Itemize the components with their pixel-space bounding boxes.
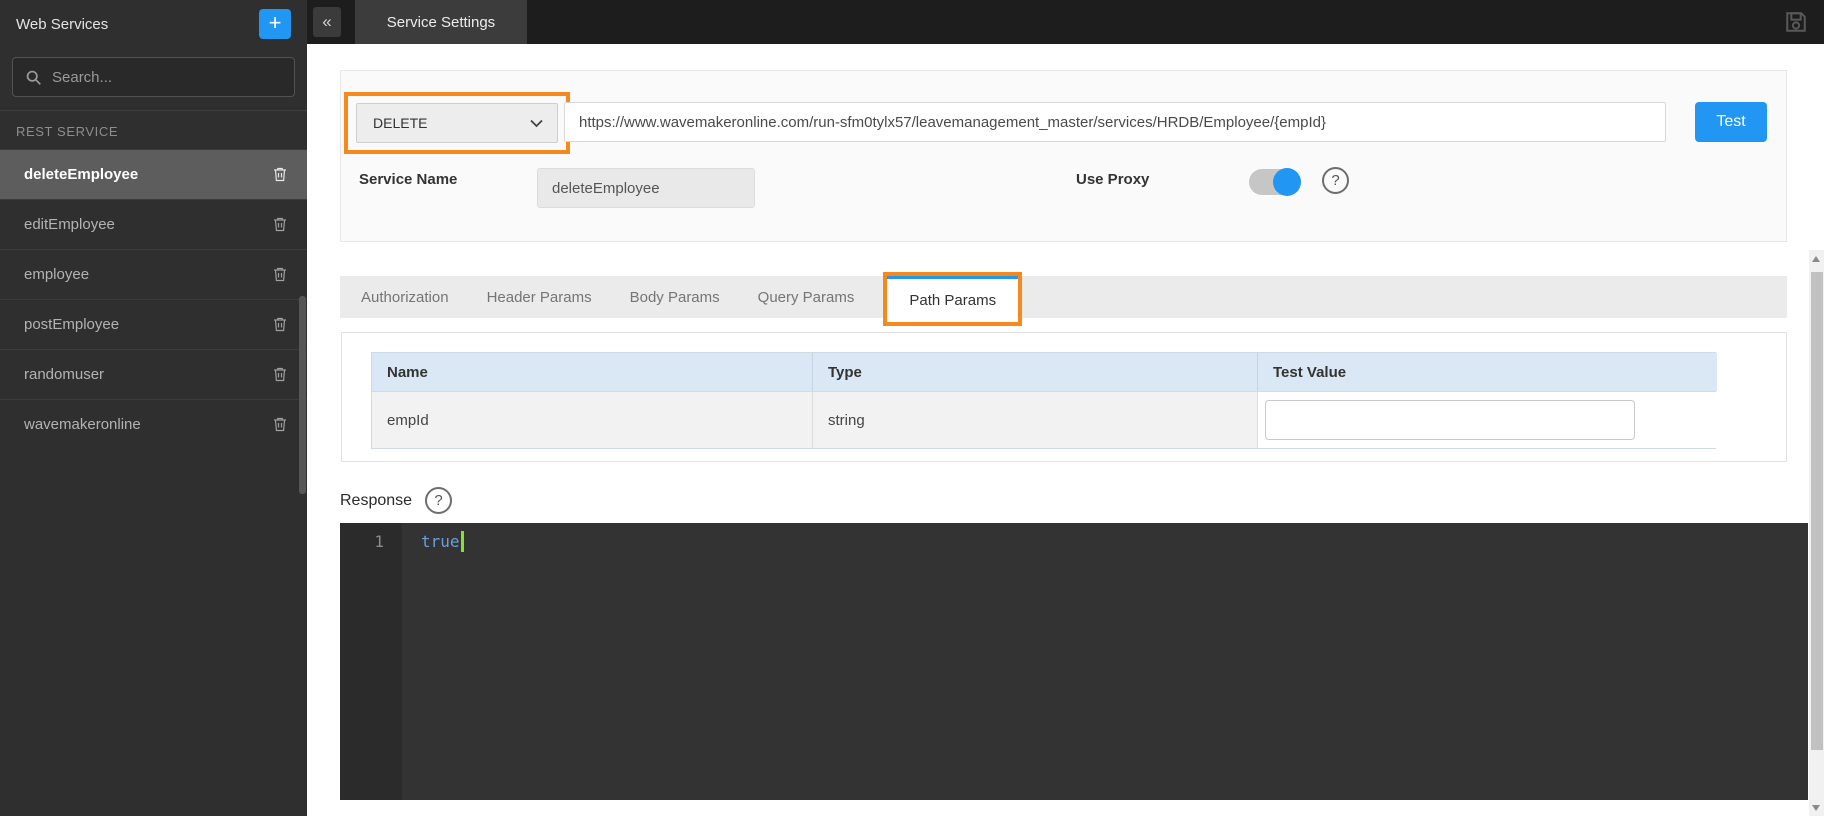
table-header-row: Name Type Test Value — [372, 353, 1715, 391]
main-content: DELETE Test Service Name Use Proxy ? Aut… — [307, 44, 1824, 816]
param-type-cell: string — [813, 392, 1258, 448]
add-service-button[interactable]: + — [259, 9, 291, 39]
sidebar-header: Web Services + — [0, 0, 307, 46]
use-proxy-label: Use Proxy — [1076, 171, 1149, 188]
trash-icon[interactable] — [271, 365, 289, 384]
text-cursor — [461, 531, 464, 552]
sidebar-item-deleteEmployee[interactable]: deleteEmployee — [0, 149, 307, 199]
service-name-label: Service Name — [359, 171, 457, 188]
collapse-sidebar-button[interactable]: « — [313, 7, 341, 37]
tab-service-settings[interactable]: Service Settings — [355, 0, 527, 44]
top-bar: « Service Settings — [307, 0, 1824, 44]
response-code-editor[interactable]: 1 true — [340, 523, 1808, 800]
tab-header-params[interactable]: Header Params — [468, 276, 611, 318]
service-item-label: postEmployee — [24, 316, 119, 333]
tab-query-params[interactable]: Query Params — [739, 276, 874, 318]
column-header-test-value: Test Value — [1258, 353, 1717, 391]
response-header: Response ? — [340, 487, 452, 514]
trash-icon[interactable] — [271, 165, 289, 184]
request-settings-card: DELETE Test Service Name Use Proxy ? — [340, 70, 1787, 242]
toggle-thumb-icon — [1273, 168, 1301, 196]
response-value: true — [421, 532, 460, 551]
param-name-cell: empId — [372, 392, 813, 448]
sidebar-item-randomuser[interactable]: randomuser — [0, 349, 307, 399]
service-item-label: deleteEmployee — [24, 166, 138, 183]
service-item-label: editEmployee — [24, 216, 115, 233]
collapse-icon: « — [322, 12, 331, 32]
question-mark-icon: ? — [434, 492, 442, 509]
tab-authorization[interactable]: Authorization — [342, 276, 468, 318]
request-url-input[interactable] — [564, 102, 1666, 142]
scroll-up-arrow-icon[interactable] — [1812, 256, 1820, 262]
rest-service-section-label: REST SERVICE — [0, 110, 307, 149]
trash-icon[interactable] — [271, 315, 289, 334]
save-button[interactable] — [1780, 6, 1812, 38]
column-header-name: Name — [372, 353, 813, 391]
test-value-input[interactable] — [1265, 400, 1635, 440]
question-mark-icon: ? — [1331, 172, 1339, 189]
scroll-down-arrow-icon[interactable] — [1812, 805, 1820, 811]
column-header-type: Type — [813, 353, 1258, 391]
response-label: Response — [340, 492, 412, 510]
tab-path-params[interactable]: Path Params — [887, 276, 1018, 322]
sidebar-search-box[interactable] — [12, 57, 295, 97]
response-help-icon[interactable]: ? — [425, 487, 452, 514]
service-item-label: employee — [24, 266, 89, 283]
use-proxy-help-icon[interactable]: ? — [1322, 167, 1349, 194]
chevron-down-icon — [530, 119, 543, 128]
tab-label: Authorization — [361, 289, 449, 306]
params-tab-bar: Authorization Header Params Body Params … — [340, 276, 1787, 318]
service-item-label: wavemakeronline — [24, 416, 141, 433]
http-method-value: DELETE — [373, 115, 427, 131]
sidebar-item-wavemakeronline[interactable]: wavemakeronline — [0, 399, 307, 449]
method-highlight-box: DELETE — [344, 92, 570, 154]
main-scrollbar[interactable] — [1809, 250, 1824, 816]
table-row: empId string — [372, 391, 1715, 448]
http-method-select[interactable]: DELETE — [356, 103, 558, 143]
search-input[interactable] — [52, 69, 222, 86]
web-services-sidebar: Web Services + REST SERVICE deleteEmploy… — [0, 0, 307, 816]
editor-line-1: 1 true — [340, 528, 1808, 555]
save-icon — [1782, 8, 1810, 36]
trash-icon[interactable] — [271, 265, 289, 284]
trash-icon[interactable] — [271, 215, 289, 234]
tab-label: Header Params — [487, 289, 592, 306]
sidebar-scrollbar-thumb[interactable] — [299, 296, 306, 494]
path-params-table: Name Type Test Value empId string — [371, 352, 1716, 449]
sidebar-item-editEmployee[interactable]: editEmployee — [0, 199, 307, 249]
tab-label: Path Params — [909, 292, 996, 309]
use-proxy-toggle[interactable] — [1249, 169, 1299, 195]
service-name-input[interactable] — [537, 168, 755, 208]
scrollbar-thumb[interactable] — [1811, 272, 1823, 750]
sidebar-item-employee[interactable]: employee — [0, 249, 307, 299]
sidebar-title: Web Services — [16, 16, 108, 33]
plus-icon: + — [269, 12, 282, 34]
tab-label: Query Params — [758, 289, 855, 306]
line-number: 1 — [340, 532, 402, 551]
path-params-table-card: Name Type Test Value empId string — [341, 332, 1787, 462]
trash-icon[interactable] — [271, 415, 289, 434]
search-icon — [25, 69, 42, 86]
service-settings-tab-label: Service Settings — [387, 14, 495, 31]
tab-body-params[interactable]: Body Params — [611, 276, 739, 318]
service-item-label: randomuser — [24, 366, 104, 383]
editor-gutter — [340, 523, 402, 800]
test-button[interactable]: Test — [1695, 102, 1767, 142]
sidebar-item-postEmployee[interactable]: postEmployee — [0, 299, 307, 349]
tab-label: Body Params — [630, 289, 720, 306]
param-test-value-cell — [1258, 392, 1717, 448]
